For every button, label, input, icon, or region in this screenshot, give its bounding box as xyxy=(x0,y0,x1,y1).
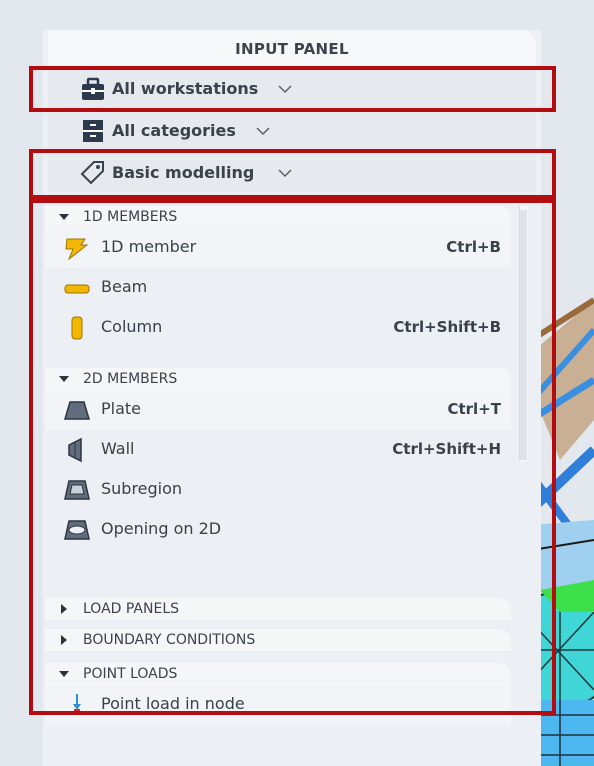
highlight-box-command-list xyxy=(29,199,556,715)
highlight-box-workstations xyxy=(29,66,556,112)
category-filter-dropdown[interactable]: All categories xyxy=(48,112,536,150)
chevron-down-icon xyxy=(256,127,270,136)
categories-icon xyxy=(83,120,103,142)
panel-title: INPUT PANEL xyxy=(48,30,536,66)
highlight-box-modelling xyxy=(29,149,556,199)
category-filter-label: All categories xyxy=(112,121,236,140)
